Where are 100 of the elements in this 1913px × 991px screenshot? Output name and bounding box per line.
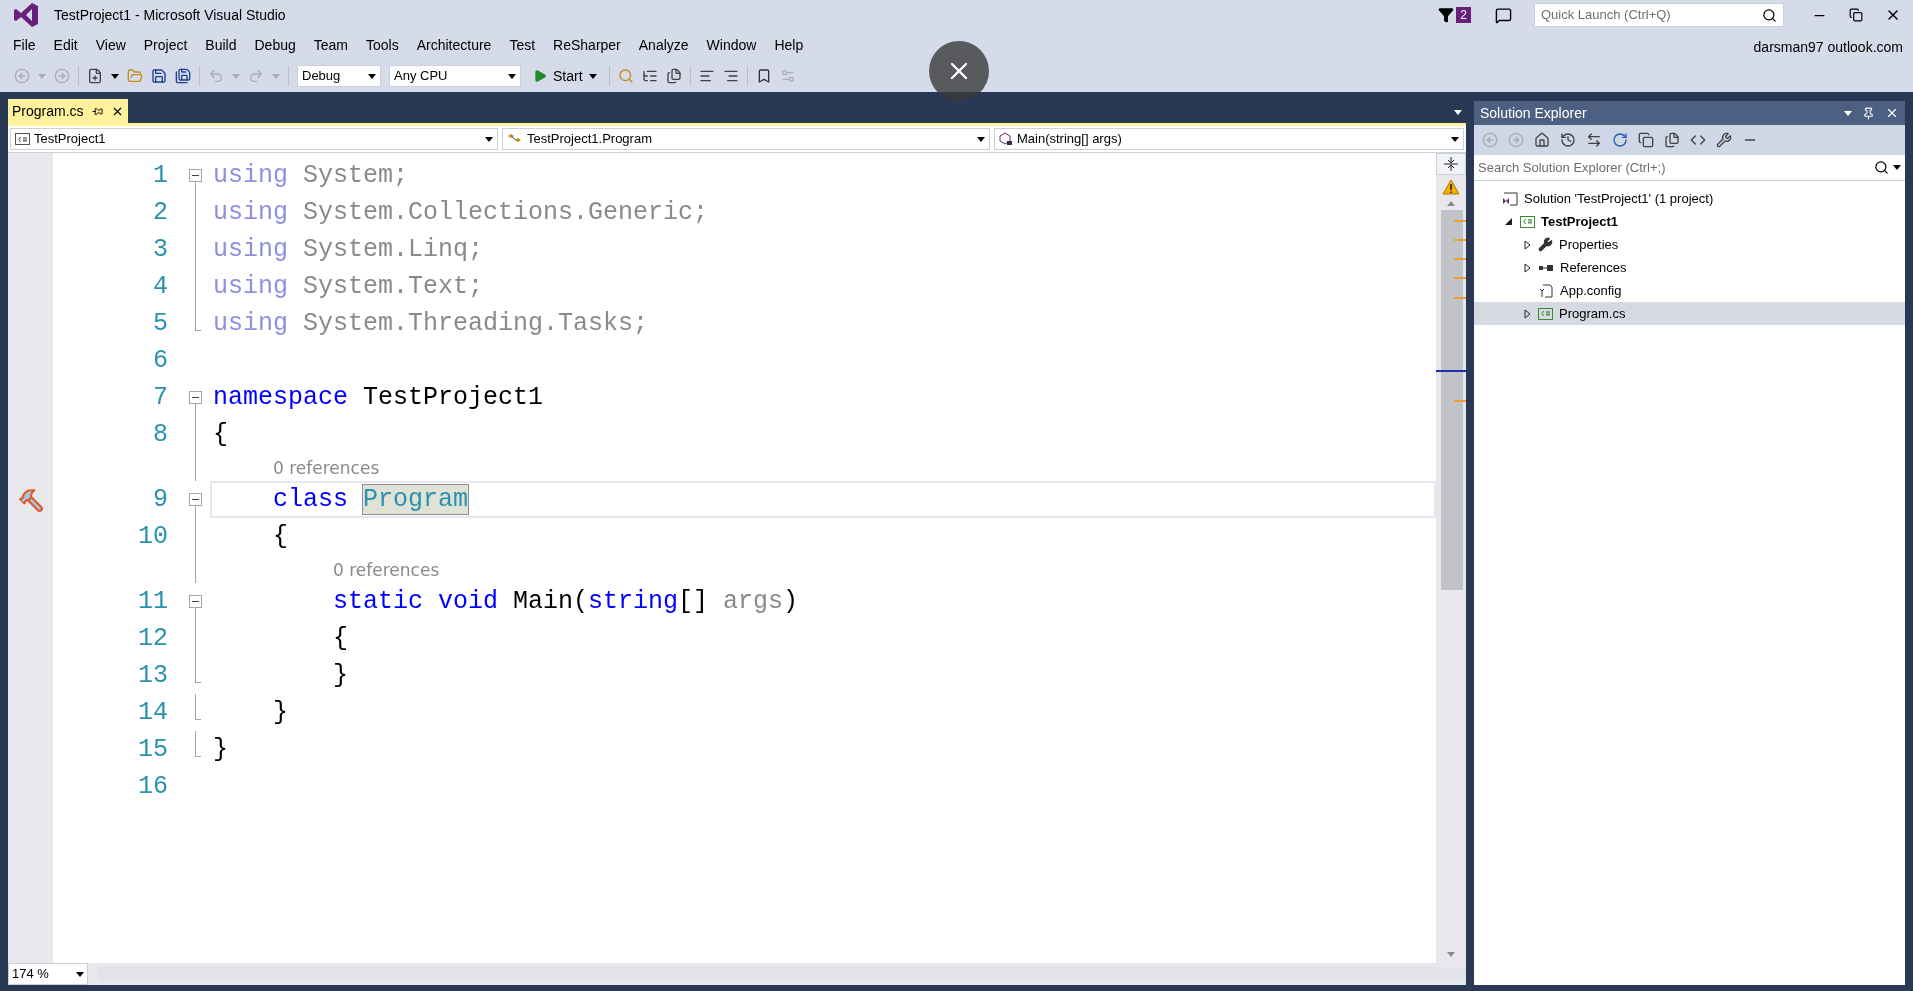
home-icon[interactable] bbox=[1534, 132, 1550, 148]
notification-count[interactable]: 2 bbox=[1456, 7, 1471, 23]
pages-icon[interactable] bbox=[665, 68, 682, 84]
menu-item[interactable]: Team bbox=[304, 34, 357, 56]
menu-item[interactable]: Tools bbox=[357, 34, 408, 56]
scrollbar-thumb-drawing[interactable] bbox=[1436, 210, 1466, 590]
menu-item[interactable]: Analyze bbox=[629, 34, 698, 56]
new-file-icon[interactable] bbox=[87, 68, 103, 84]
menu-item[interactable]: Help bbox=[765, 34, 813, 56]
menu-item[interactable]: Edit bbox=[44, 34, 87, 56]
collapsed-arrow-icon[interactable] bbox=[1523, 308, 1531, 319]
quick-launch-box[interactable]: Quick Launch (Ctrl+Q) bbox=[1534, 3, 1784, 27]
zoom-dropdown[interactable]: 174 % bbox=[8, 963, 88, 985]
member-dropdown[interactable]: Main(string[] args) bbox=[994, 128, 1464, 150]
code-lens[interactable]: 0 references bbox=[333, 559, 440, 580]
menu-item[interactable]: Build bbox=[196, 34, 246, 56]
line-number: 15 bbox=[137, 733, 168, 766]
caret-icon bbox=[232, 73, 240, 79]
tree-item[interactable]: Solution 'TestProject1' (1 project) bbox=[1474, 187, 1905, 210]
line-number: 7 bbox=[152, 381, 168, 414]
split-icon[interactable] bbox=[1444, 156, 1458, 172]
restore-icon[interactable] bbox=[1849, 8, 1863, 22]
line-number: 5 bbox=[152, 307, 168, 340]
line-number: 11 bbox=[137, 585, 168, 618]
tree-item[interactable]: References bbox=[1474, 256, 1905, 279]
code-line: } bbox=[332, 659, 349, 692]
class-dropdown[interactable]: TestProject1.Program bbox=[502, 128, 990, 150]
method-icon bbox=[999, 132, 1013, 146]
collapse-icon[interactable] bbox=[189, 595, 202, 608]
code-line: { bbox=[213, 418, 228, 451]
sync-icon[interactable] bbox=[1586, 132, 1602, 148]
configuration-dropdown[interactable]: Debug bbox=[297, 65, 381, 87]
csharp-file-icon bbox=[1520, 215, 1535, 228]
close-icon[interactable] bbox=[1885, 106, 1899, 120]
caret-icon bbox=[368, 73, 376, 79]
line-number: 6 bbox=[152, 344, 168, 377]
refresh-icon[interactable] bbox=[1612, 132, 1628, 148]
tree-item[interactable]: App.config bbox=[1474, 279, 1905, 302]
hammer-icon[interactable] bbox=[17, 486, 44, 513]
tree-item[interactable]: Program.cs bbox=[1474, 302, 1905, 325]
expanded-arrow-icon[interactable] bbox=[1505, 217, 1513, 226]
panel-header: Solution Explorer bbox=[1474, 101, 1905, 125]
save-all-icon[interactable] bbox=[175, 68, 191, 84]
notification-flag-icon[interactable] bbox=[1438, 7, 1455, 23]
tree-item[interactable]: TestProject1 bbox=[1474, 210, 1905, 233]
collapse-icon[interactable] bbox=[189, 169, 202, 182]
solution-icon bbox=[1502, 191, 1518, 206]
horizontal-scrollbar[interactable] bbox=[98, 967, 1466, 981]
menu-item[interactable]: Window bbox=[697, 34, 766, 56]
caret-icon bbox=[1451, 136, 1459, 142]
overlay-close-button[interactable] bbox=[929, 41, 989, 101]
editor-tab[interactable]: Program.cs bbox=[8, 99, 128, 123]
menu-item[interactable]: View bbox=[86, 34, 135, 56]
indent-icon[interactable] bbox=[722, 68, 739, 84]
outdent-icon[interactable] bbox=[698, 68, 715, 84]
code-icon[interactable] bbox=[1690, 132, 1706, 148]
line-number: 9 bbox=[152, 483, 168, 516]
scroll-down-icon bbox=[1447, 952, 1455, 957]
search-box[interactable]: Search Solution Explorer (Ctrl+;) bbox=[1474, 155, 1905, 181]
show-files-icon[interactable] bbox=[1664, 132, 1680, 148]
collapsed-arrow-icon[interactable] bbox=[1523, 239, 1531, 250]
tree-item[interactable]: Properties bbox=[1474, 233, 1905, 256]
warning-icon[interactable] bbox=[1442, 179, 1460, 195]
pin-icon[interactable] bbox=[91, 105, 103, 117]
platform-dropdown[interactable]: Any CPU bbox=[389, 65, 521, 87]
csharp-file-icon bbox=[1538, 307, 1553, 320]
account-name[interactable]: darsman97 outlook.com bbox=[1753, 36, 1909, 58]
line-number: 12 bbox=[137, 622, 168, 655]
caret-icon bbox=[508, 73, 516, 79]
menu-item[interactable]: Architecture bbox=[407, 34, 501, 56]
menu-item[interactable]: File bbox=[4, 34, 45, 56]
code-lens[interactable]: 0 references bbox=[273, 457, 380, 478]
caret-icon bbox=[38, 73, 46, 79]
csharp-file-icon bbox=[15, 133, 30, 145]
search-icon bbox=[1874, 160, 1889, 175]
save-icon[interactable] bbox=[151, 68, 167, 84]
start-button[interactable]: Start bbox=[529, 65, 601, 87]
code-line: } bbox=[213, 733, 228, 766]
caret-icon bbox=[1893, 165, 1901, 170]
menu-item[interactable]: Test bbox=[500, 34, 545, 56]
menu-item[interactable]: ReSharper bbox=[544, 34, 630, 56]
panel-menu-caret-icon bbox=[1844, 110, 1852, 116]
solution-search-field[interactable]: Search Solution Explorer (Ctrl+;) bbox=[1478, 157, 1870, 178]
class-icon bbox=[507, 133, 523, 145]
pin-icon[interactable] bbox=[1862, 106, 1875, 120]
menu-item[interactable]: Project bbox=[134, 34, 197, 56]
collapse-icon[interactable] bbox=[189, 391, 202, 404]
wrench-icon[interactable] bbox=[1716, 132, 1732, 148]
caret-icon bbox=[111, 73, 119, 79]
quick-launch-field[interactable]: Quick Launch (Ctrl+Q) bbox=[1541, 5, 1762, 25]
feedback-icon[interactable] bbox=[1495, 6, 1512, 24]
collapse-all-icon[interactable] bbox=[1638, 132, 1654, 148]
vertical-scrollbar[interactable] bbox=[1436, 153, 1466, 963]
history-icon[interactable] bbox=[1560, 132, 1576, 148]
collapse-icon[interactable] bbox=[189, 493, 202, 506]
collapsed-arrow-icon[interactable] bbox=[1523, 262, 1531, 273]
project-dropdown[interactable]: TestProject1 bbox=[10, 128, 498, 150]
tab-list-caret-icon bbox=[1454, 110, 1462, 115]
menu-item[interactable]: Debug bbox=[245, 34, 305, 56]
line-number: 10 bbox=[137, 520, 168, 553]
